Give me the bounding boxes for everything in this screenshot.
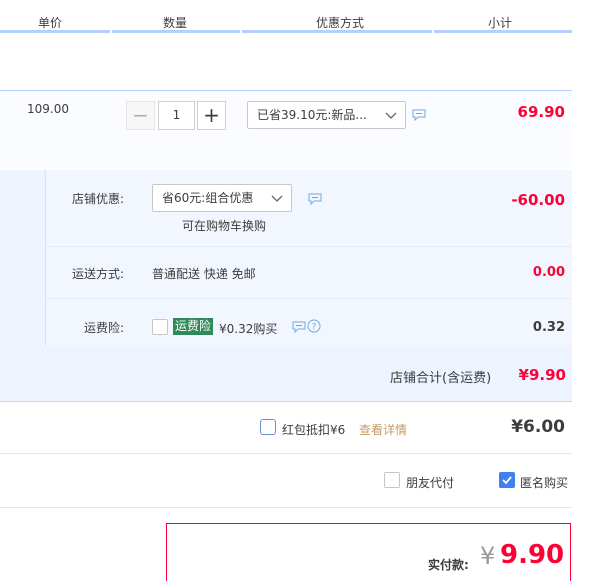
insurance-checkbox[interactable] xyxy=(152,319,168,335)
header-quantity: 数量 xyxy=(162,16,187,30)
redpacket-details-link[interactable]: 查看详情 xyxy=(359,421,407,438)
svg-text:?: ? xyxy=(312,323,317,333)
quantity-increase-button[interactable]: + xyxy=(197,101,226,130)
item-unit-price: 109.00 xyxy=(27,102,69,116)
item-discount-select[interactable]: 已省39.10元:新品... xyxy=(247,101,406,129)
insurance-tag: 运费险 xyxy=(173,318,214,335)
header-subtotal: 小计 xyxy=(487,16,512,30)
chevron-down-icon xyxy=(271,195,283,202)
quantity-input[interactable]: 1 xyxy=(158,101,195,130)
shipping-amount: 0.00 xyxy=(532,265,565,280)
header-separator xyxy=(110,30,112,33)
payment-currency: ¥ xyxy=(480,542,496,570)
header-separator xyxy=(432,30,434,33)
shop-discount-amount: -60.00 xyxy=(511,191,565,209)
row-divider xyxy=(46,298,572,299)
item-discount-select-label: 已省39.10元:新品... xyxy=(257,108,367,122)
shop-discount-select-label: 省60元:组合优惠 xyxy=(162,191,254,205)
row-divider xyxy=(46,246,572,247)
header-underline xyxy=(0,30,572,33)
shipping-method: 普通配送 快递 免邮 xyxy=(152,267,256,281)
shipping-label: 运送方式: xyxy=(72,267,125,281)
insurance-amount: 0.32 xyxy=(532,320,565,335)
message-icon[interactable] xyxy=(292,321,306,333)
header-unit-price: 单价 xyxy=(37,16,62,30)
section-divider xyxy=(0,507,572,508)
quantity-decrease-button[interactable]: − xyxy=(126,101,155,130)
shop-total-amount: ¥9.90 xyxy=(518,366,566,384)
friend-pay-checkbox[interactable] xyxy=(384,472,400,488)
message-icon[interactable] xyxy=(308,193,322,205)
insurance-label: 运费险: xyxy=(84,321,125,335)
shop-discount-select[interactable]: 省60元:组合优惠 xyxy=(152,184,292,212)
shop-discount-hint: 可在购物车换购 xyxy=(182,219,267,233)
insurance-price: ¥0.32购买 xyxy=(219,322,278,336)
item-subtotal: 69.90 xyxy=(517,103,565,121)
check-icon xyxy=(502,476,512,485)
shop-discount-label: 店铺优惠: xyxy=(72,192,125,206)
help-icon[interactable]: ? xyxy=(307,319,321,333)
shop-total-label: 店铺合计(含运费) xyxy=(390,371,492,386)
friend-pay-label: 朋友代付 xyxy=(406,476,455,490)
anonymous-checkbox[interactable] xyxy=(499,472,515,488)
redpacket-label: 红包抵扣¥6 xyxy=(282,423,346,437)
chevron-down-icon xyxy=(385,112,397,119)
header-discount: 优惠方式 xyxy=(315,16,364,30)
header-separator xyxy=(240,30,242,33)
shop-panel-left-gutter xyxy=(0,170,44,346)
message-icon[interactable] xyxy=(412,109,426,121)
anonymous-label: 匿名购买 xyxy=(520,476,569,490)
section-divider xyxy=(0,453,572,454)
payment-label: 实付款: xyxy=(428,558,469,572)
payment-amount: 9.90 xyxy=(500,540,565,570)
redpacket-amount: ¥6.00 xyxy=(511,417,565,437)
redpacket-checkbox[interactable] xyxy=(260,419,276,435)
